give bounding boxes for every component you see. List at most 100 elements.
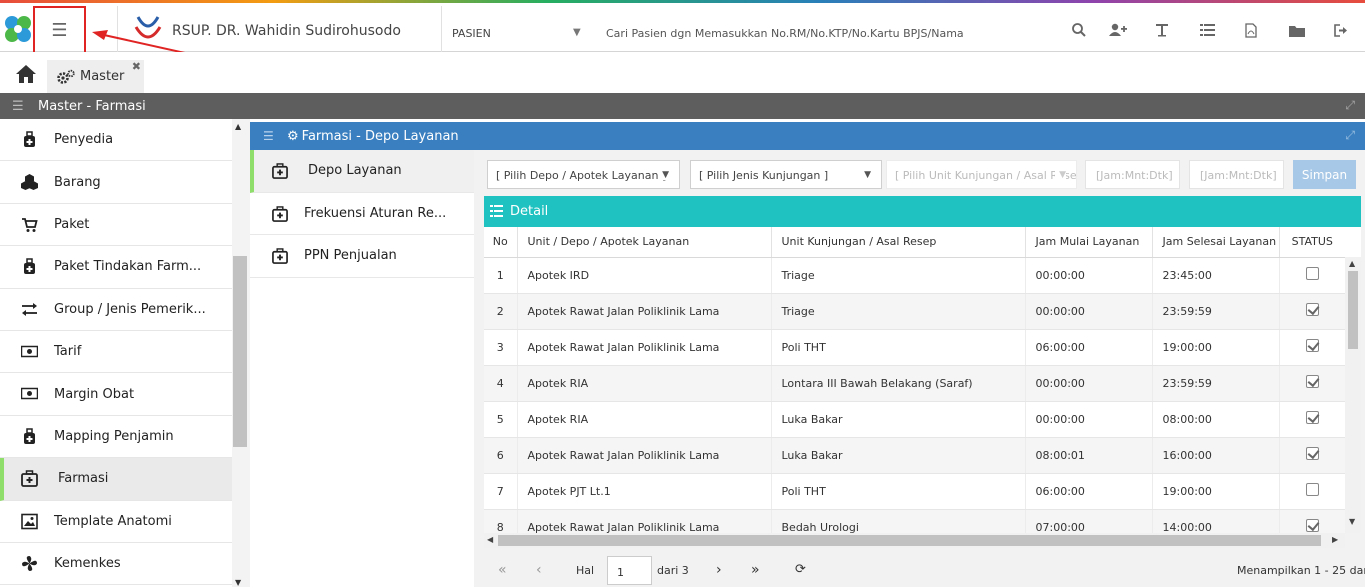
status-checkbox[interactable] xyxy=(1305,375,1319,388)
close-tab-icon[interactable]: ✖ xyxy=(132,60,141,73)
jam-mulai-input[interactable]: [Jam:Mnt:Dtk] xyxy=(1085,160,1180,189)
status-checkbox[interactable] xyxy=(1305,303,1319,316)
gear-icon: ⚙ xyxy=(287,128,299,144)
col-header-kunjungan[interactable]: Unit Kunjungan / Asal Resep xyxy=(771,227,1026,258)
expand-icon[interactable]: ⤢ xyxy=(1345,98,1355,113)
sidebar-item-margin-obat[interactable]: Margin Obat xyxy=(0,373,232,416)
prev-page-icon[interactable]: ‹ xyxy=(536,562,542,578)
sidebar-item-label: Kemenkes xyxy=(54,556,121,572)
hamburger-icon[interactable]: ☰ xyxy=(263,129,274,143)
sidebar-item-label: Template Anatomi xyxy=(54,513,172,529)
scroll-down-icon[interactable]: ▼ xyxy=(1349,517,1355,526)
jam-selesai-input[interactable]: [Jam:Mnt:Dtk] xyxy=(1189,160,1284,189)
sidebar-scrollbar-thumb[interactable] xyxy=(233,256,247,447)
caret-down-icon[interactable]: ▼ xyxy=(573,27,581,38)
cell-status xyxy=(1279,293,1345,330)
scrollbar-thumb[interactable] xyxy=(1348,271,1358,349)
pdf-icon[interactable] xyxy=(1241,21,1261,39)
cell-jam-selesai: 19:00:00 xyxy=(1152,329,1280,366)
search-icon[interactable] xyxy=(1069,21,1089,39)
unit-kunjungan-select[interactable]: [ Pilih Unit Kunjungan / Asal Resep ] ▼ xyxy=(886,160,1077,189)
sidebar-item-kemenkes[interactable]: Kemenkes xyxy=(0,542,232,586)
unit-select-value: [ Pilih Unit Kunjungan / Asal Resep ] xyxy=(895,169,1077,182)
first-page-icon[interactable]: « xyxy=(498,562,507,578)
status-checkbox[interactable] xyxy=(1305,483,1319,496)
jenis-kunjungan-select[interactable]: [ Pilih Jenis Kunjungan ] ▼ xyxy=(690,160,882,189)
cell-jam-selesai: 23:59:59 xyxy=(1152,365,1280,402)
table-row[interactable]: 2 Apotek Rawat Jalan Poliklinik Lama Tri… xyxy=(484,293,1345,330)
status-checkbox[interactable] xyxy=(1305,447,1319,460)
scroll-down-icon[interactable]: ▼ xyxy=(235,578,241,587)
sidebar-item-mapping-penjamin[interactable]: Mapping Penjamin xyxy=(0,415,232,459)
col-header-unit[interactable]: Unit / Depo / Apotek Layanan xyxy=(517,227,772,258)
save-button[interactable]: Simpan xyxy=(1293,160,1356,189)
tab-bar: Master ✖ xyxy=(0,52,1365,93)
table-row[interactable]: 3 Apotek Rawat Jalan Poliklinik Lama Pol… xyxy=(484,329,1345,366)
hamburger-menu-button[interactable]: ☰ xyxy=(33,6,86,54)
scrollbar-thumb[interactable] xyxy=(498,535,1321,546)
bag-icon xyxy=(24,427,35,444)
text-icon[interactable] xyxy=(1152,21,1172,39)
cell-jam-selesai: 23:59:59 xyxy=(1152,293,1280,330)
expand-icon[interactable]: ⤢ xyxy=(1345,128,1355,143)
table-row[interactable]: 7 Apotek PJT Lt.1 Poli THT 06:00:00 19:0… xyxy=(484,473,1345,510)
scroll-left-icon[interactable]: ◀ xyxy=(487,535,493,544)
list-icon xyxy=(490,205,503,217)
patient-type-select[interactable]: PASIEN xyxy=(452,27,491,40)
subnav-item-frekuensi[interactable]: Frekuensi Aturan Re... xyxy=(250,193,474,235)
list-icon[interactable] xyxy=(1197,21,1217,39)
page-number-input[interactable]: 1 xyxy=(607,556,652,585)
panel-header: ☰ ⚙ Farmasi - Depo Layanan ⤢ xyxy=(250,122,1365,150)
sidebar-item-paket[interactable]: Paket xyxy=(0,203,232,247)
status-checkbox[interactable] xyxy=(1305,339,1319,352)
patient-search-input[interactable]: Cari Pasien dgn Memasukkan No.RM/No.KTP/… xyxy=(606,27,964,40)
sidebar-item-group-jenis[interactable]: Group / Jenis Pemerik... xyxy=(0,288,232,331)
sub-navigation: Depo Layanan Frekuensi Aturan Re... PPN … xyxy=(250,150,474,278)
subnav-item-depo-layanan[interactable]: Depo Layanan xyxy=(250,150,474,193)
add-user-icon[interactable] xyxy=(1108,21,1128,39)
status-checkbox[interactable] xyxy=(1305,267,1319,280)
col-header-jam-selesai[interactable]: Jam Selesai Layanan xyxy=(1152,227,1280,258)
money-icon xyxy=(21,388,38,400)
cell-kunjungan: Luka Bakar xyxy=(771,401,1026,438)
scroll-right-icon[interactable]: ▶ xyxy=(1332,535,1338,544)
hamburger-icon[interactable]: ☰ xyxy=(12,99,24,114)
sidebar-item-barang[interactable]: Barang xyxy=(0,161,232,204)
sidebar-item-farmasi[interactable]: Farmasi xyxy=(0,458,232,501)
next-page-icon[interactable]: › xyxy=(716,562,722,578)
scroll-up-icon[interactable]: ▲ xyxy=(1349,259,1355,268)
scroll-up-icon[interactable]: ▲ xyxy=(235,122,241,131)
depo-select[interactable]: [ Pilih Depo / Apotek Layanan ] ▼ xyxy=(487,160,680,189)
last-page-icon[interactable]: » xyxy=(751,562,760,578)
table-row[interactable]: 6 Apotek Rawat Jalan Poliklinik Lama Luk… xyxy=(484,437,1345,474)
subnav-item-ppn-penjualan[interactable]: PPN Penjualan xyxy=(250,235,474,278)
table-row[interactable]: 5 Apotek RIA Luka Bakar 00:00:00 08:00:0… xyxy=(484,401,1345,438)
home-icon[interactable] xyxy=(15,64,37,84)
sidebar-item-label: Paket xyxy=(54,216,90,232)
table-row[interactable]: 8 Apotek Rawat Jalan Poliklinik Lama Bed… xyxy=(484,509,1345,533)
table-vertical-scrollbar[interactable]: ▲ ▼ xyxy=(1345,257,1361,533)
cubes-icon xyxy=(21,174,38,191)
status-checkbox[interactable] xyxy=(1305,519,1319,532)
table-row[interactable]: 1 Apotek IRD Triage 00:00:00 23:45:00 xyxy=(484,257,1345,294)
sidebar-item-template-anatomi[interactable]: Template Anatomi xyxy=(0,500,232,543)
folder-icon[interactable] xyxy=(1287,21,1307,39)
col-header-status[interactable]: STATUS xyxy=(1279,227,1345,258)
tab-master[interactable]: Master ✖ xyxy=(47,60,144,93)
refresh-icon[interactable]: ⟳ xyxy=(795,562,806,577)
app-logo-icon[interactable] xyxy=(3,14,33,44)
table-row[interactable]: 4 Apotek RIA Lontara III Bawah Belakang … xyxy=(484,365,1345,402)
cell-unit: Apotek PJT Lt.1 xyxy=(517,473,772,510)
table-horizontal-scrollbar[interactable]: ◀ ▶ xyxy=(484,533,1345,548)
sidebar-item-label: Mapping Penjamin xyxy=(54,428,174,444)
sidebar-item-label: Group / Jenis Pemerik... xyxy=(54,301,206,317)
sidebar-item-penyedia[interactable]: Penyedia xyxy=(0,119,232,162)
sidebar-item-paket-tindakan[interactable]: Paket Tindakan Farm... xyxy=(0,246,232,289)
sidebar-item-tarif[interactable]: Tarif xyxy=(0,330,232,374)
subnav-label: Frekuensi Aturan Re... xyxy=(304,205,447,221)
col-header-jam-mulai[interactable]: Jam Mulai Layanan xyxy=(1025,227,1153,258)
page-total: dari 3 xyxy=(657,564,689,577)
col-header-no[interactable]: No xyxy=(484,227,518,258)
status-checkbox[interactable] xyxy=(1305,411,1319,424)
logout-icon[interactable] xyxy=(1331,21,1351,39)
